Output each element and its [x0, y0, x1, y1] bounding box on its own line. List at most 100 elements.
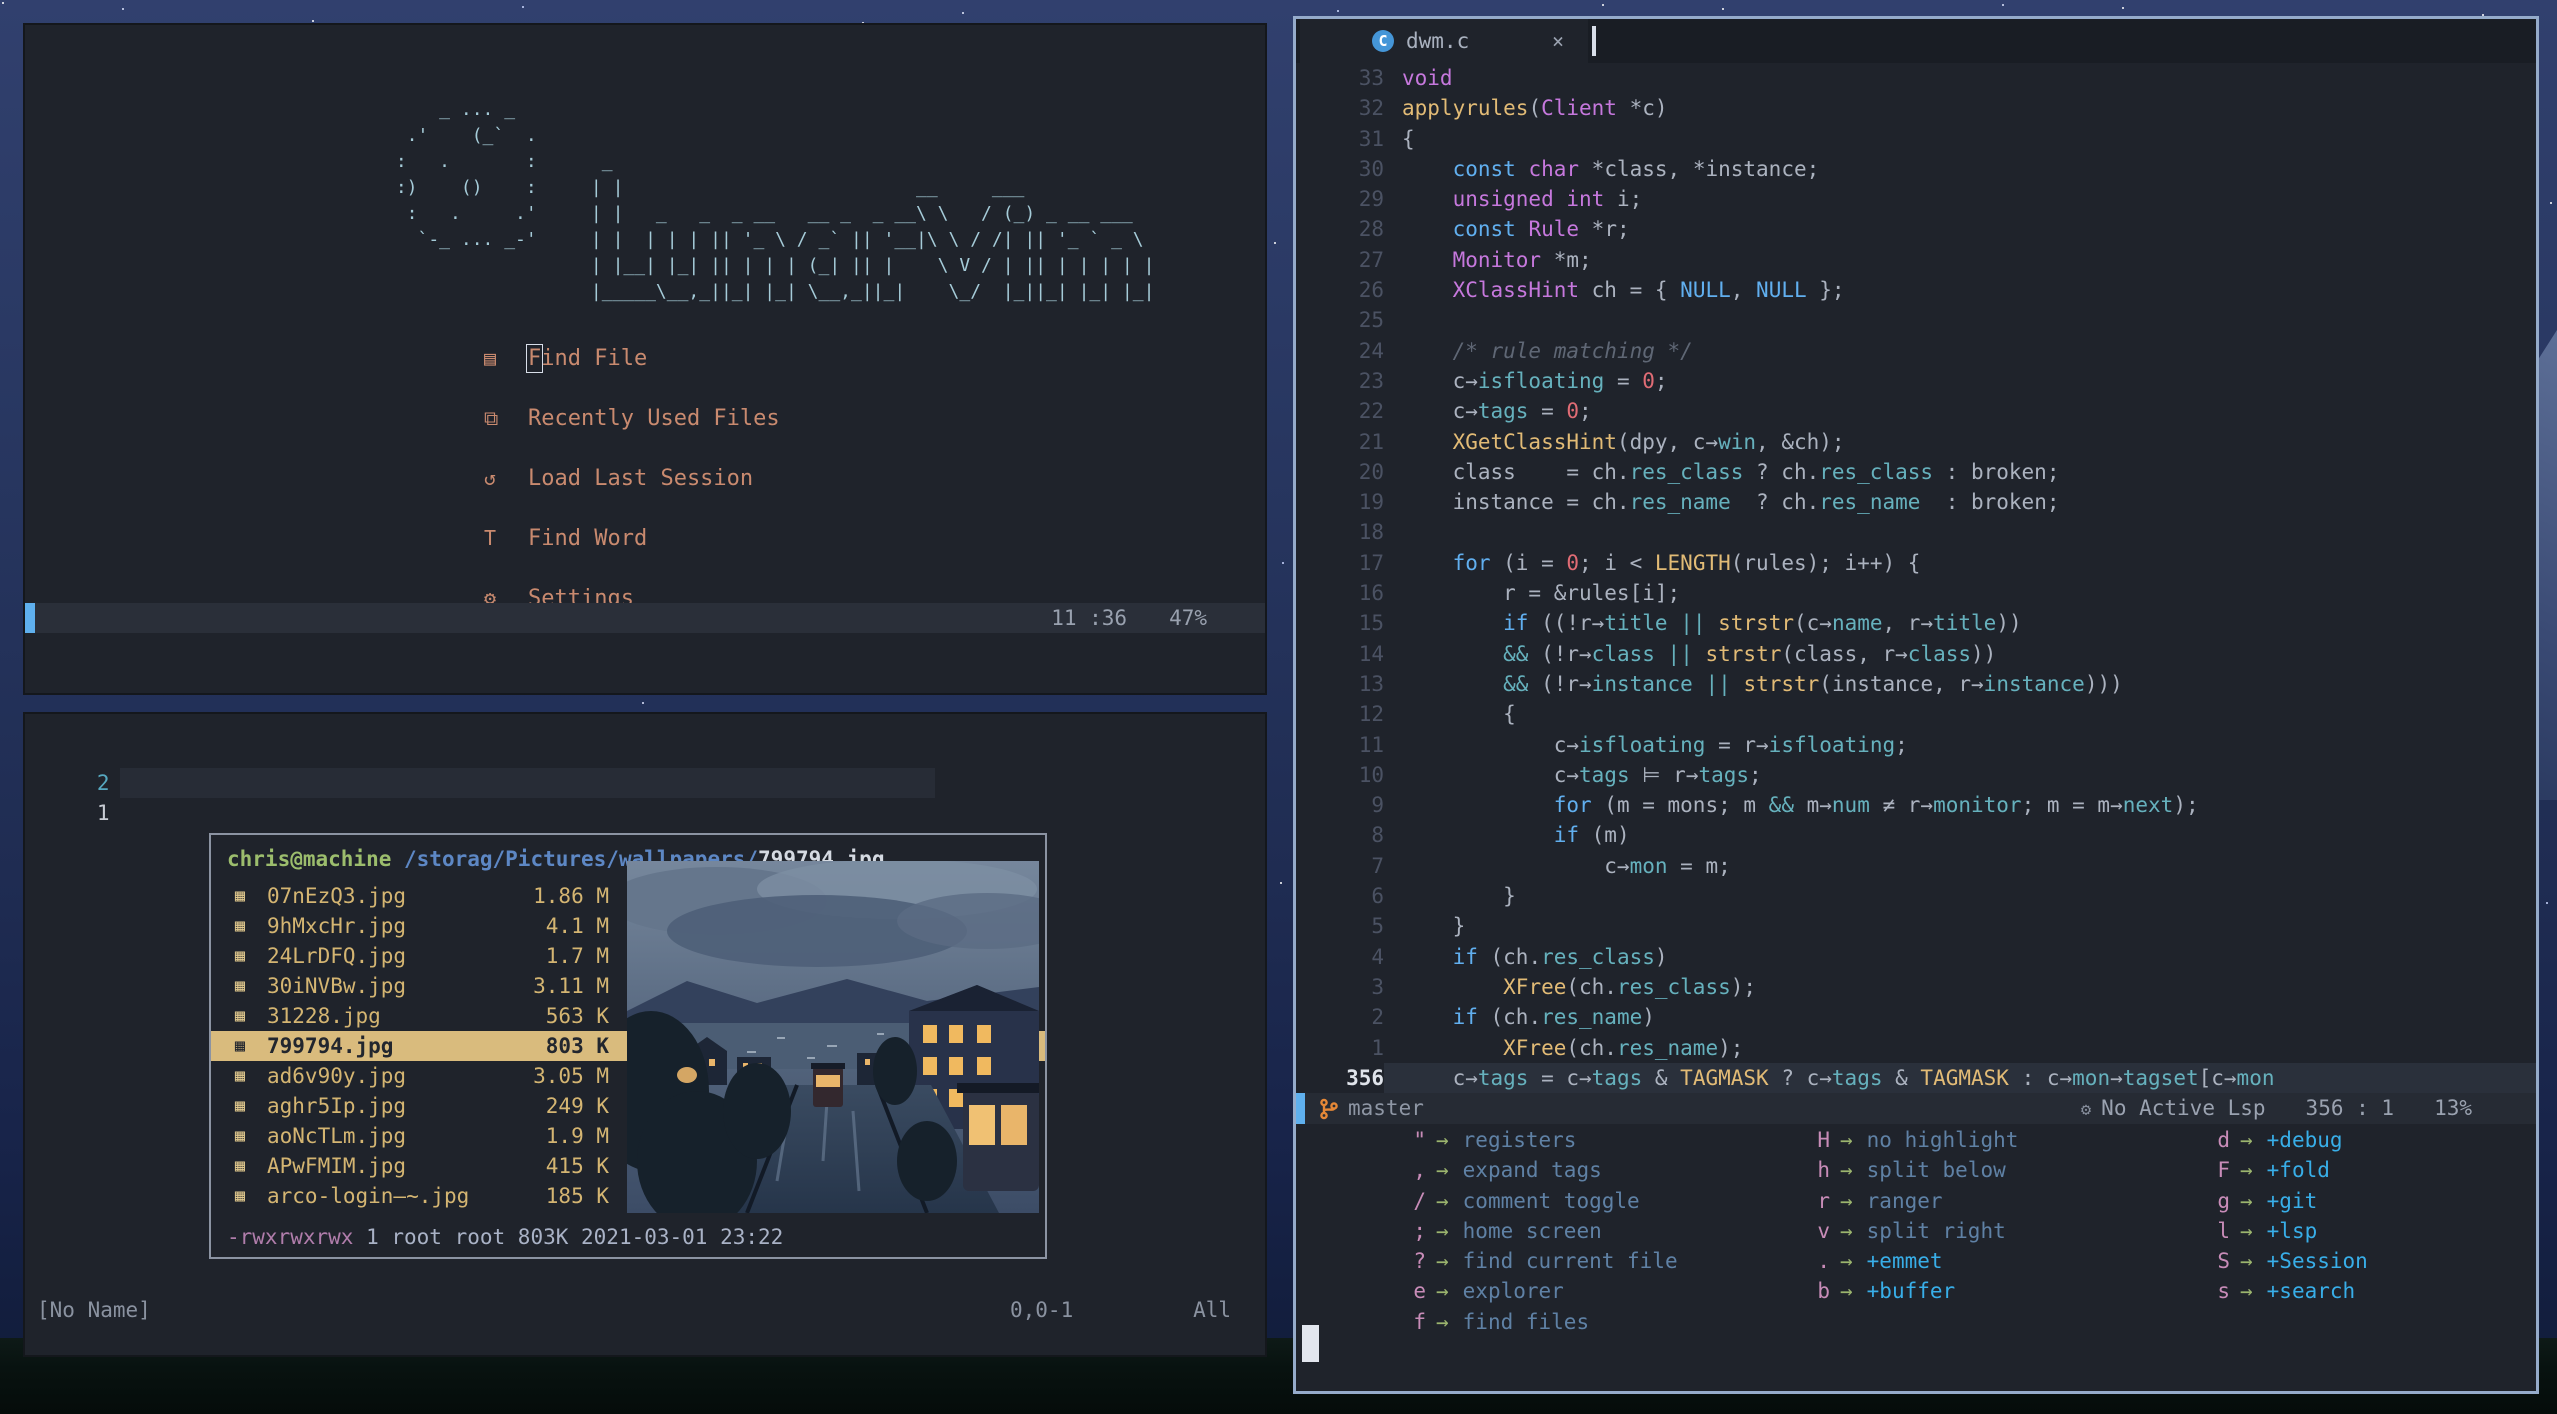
code-line: 32 applyrules(Client *c) [1296, 93, 2536, 123]
whichkey-binding-home-screen[interactable]: ; → home screen [1400, 1216, 1678, 1246]
whichkey-key: / [1413, 1188, 1426, 1213]
line-number: 18 [1358, 520, 1384, 545]
whichkey-binding--fold[interactable]: F → +fold [2204, 1155, 2368, 1185]
line-number: 22 [1358, 399, 1384, 424]
code-text: c→mon = m; [1402, 851, 2536, 881]
lsp-gear-icon: ⚙ [2080, 1100, 2092, 1120]
code-buffer[interactable]: 33 void 32 applyrules(Client *c) 31{30 const… [1296, 63, 2536, 1094]
whichkey-binding-registers[interactable]: " → registers [1400, 1125, 1678, 1155]
arrow-right-icon: → [1436, 1128, 1449, 1152]
cursor-position: 356 : 1 [2305, 1096, 2395, 1120]
code-line: 25 [1296, 305, 2536, 335]
whichkey-binding--search[interactable]: s → +search [2204, 1276, 2368, 1306]
code-token: ch = { [1579, 278, 1681, 303]
line-number: 356 [1296, 1062, 1384, 1094]
code-token: && [1503, 671, 1529, 696]
dashboard-menu-item-load-last-session[interactable]: ↺ Load Last Session [484, 463, 780, 523]
whichkey-binding-expand-tags[interactable]: , → expand tags [1400, 1155, 1678, 1185]
code-line: 28 const Rule *r; [1296, 214, 2536, 244]
whichkey-binding-split-below[interactable]: h → split below [1804, 1155, 2018, 1185]
code-line: 1 XFree(ch.res_name); [1296, 1033, 2536, 1063]
code-token: for [1452, 550, 1491, 575]
code-line: 31 { [1296, 124, 2536, 154]
cursorline-highlight [120, 768, 935, 798]
dashboard-menu-item-find-word[interactable]: T Find Word [484, 523, 780, 583]
code-token: isfloating [1579, 732, 1706, 757]
line-number: 33 [1358, 66, 1384, 90]
code-token: && [1503, 641, 1529, 666]
whichkey-binding-no-highlight[interactable]: H → no highlight [1804, 1125, 2018, 1155]
code-token: (c→ [1794, 611, 1832, 636]
code-token: mon [1629, 853, 1668, 878]
code-token: const [1452, 156, 1516, 181]
code-token: : c→ [2008, 1065, 2073, 1090]
line-number: 15 [1358, 611, 1384, 636]
whichkey-binding-comment-toggle[interactable]: / → comment toggle [1400, 1186, 1678, 1216]
code-token: if [1452, 1005, 1478, 1030]
whichkey-description: +lsp [2266, 1218, 2318, 1243]
code-token: { [1402, 126, 1415, 151]
code-token: & [1882, 1065, 1921, 1090]
whichkey-binding-split-right[interactable]: v → split right [1804, 1216, 2018, 1246]
image-file-icon: ▦ [234, 886, 246, 906]
code-token: ((!r→ [1528, 611, 1605, 636]
whichkey-binding-find-current-file[interactable]: ? → find current file [1400, 1246, 1677, 1276]
code-token: class [1907, 641, 1972, 666]
code-token: tags [1698, 762, 1750, 787]
whichkey-binding-explorer[interactable]: e → explorer [1400, 1276, 1678, 1306]
code-text: } [1402, 911, 2536, 941]
whichkey-binding--debug[interactable]: d → +debug [2204, 1125, 2368, 1155]
tab-dwm-c[interactable]: C dwm.c × [1300, 19, 1588, 63]
dashboard-menu-item-recently-used-files[interactable]: ⧉ Recently Used Files [484, 403, 780, 463]
whichkey-binding--lsp[interactable]: l → +lsp [2204, 1216, 2368, 1246]
file-icon: ▤ [484, 346, 497, 370]
whichkey-binding--buffer[interactable]: b → +buffer [1804, 1276, 2018, 1306]
code-token: title [1933, 611, 1997, 636]
code-token: tags [1831, 1065, 1883, 1090]
code-editor-window: C dwm.c × 33 void 32 applyrules(Client *c) 3… [1293, 16, 2539, 1394]
code-token: (dpy, c→ [1616, 429, 1719, 454]
code-token: : broken; [1920, 490, 2060, 515]
file-size: 1.7 M [545, 944, 609, 968]
tabline-cursor [1592, 26, 1596, 56]
whichkey-binding-find-files[interactable]: f → find files [1400, 1307, 1678, 1337]
code-line: 4 if (ch.res_class) [1296, 942, 2536, 972]
line-number: 10 [1358, 762, 1384, 787]
code-token: applyrules [1402, 96, 1529, 121]
code-token: || [1667, 641, 1693, 666]
code-token: ⊨ r→ [1629, 762, 1699, 787]
close-icon[interactable]: × [1552, 19, 1564, 63]
whichkey-binding--session[interactable]: S → +Session [2204, 1246, 2367, 1276]
code-token: res_name [1616, 1035, 1719, 1060]
code-token: class [1591, 641, 1655, 666]
code-token: → [2110, 1065, 2123, 1090]
whichkey-binding--git[interactable]: g → +git [2204, 1186, 2368, 1216]
code-token: res_class [1616, 974, 1731, 999]
code-token: XFree [1503, 1035, 1567, 1060]
code-token: num [1831, 793, 1870, 818]
line-number: 17 [1358, 550, 1384, 575]
whichkey-description: no highlight [1866, 1128, 2019, 1152]
arrow-right-icon: → [1436, 1218, 1449, 1243]
whichkey-key: ? [1413, 1249, 1426, 1274]
code-token: ; [1895, 732, 1908, 757]
whichkey-binding-ranger[interactable]: r → ranger [1804, 1186, 2018, 1216]
code-token: *class, *instance; [1579, 156, 1820, 181]
arrow-right-icon: → [1840, 1279, 1853, 1304]
code-token: *r; [1579, 217, 1630, 242]
whichkey-binding--emmet[interactable]: . → +emmet [1804, 1246, 2018, 1276]
code-token: res_name [1541, 1005, 1643, 1030]
menu-item-label: Find Word [528, 526, 648, 551]
code-token: isfloating [1477, 368, 1605, 393]
whichkey-description: comment toggle [1462, 1188, 1640, 1213]
whichkey-description: +search [2266, 1279, 2356, 1304]
file-name: APwFMIM.jpg [267, 1154, 407, 1178]
buffer-line-1[interactable]: 1 [25, 768, 124, 858]
code-line: 21 XGetClassHint(dpy, c→win, &ch); [1296, 427, 2536, 457]
dashboard-menu-item-find-file[interactable]: ▤ Find File [484, 343, 780, 403]
